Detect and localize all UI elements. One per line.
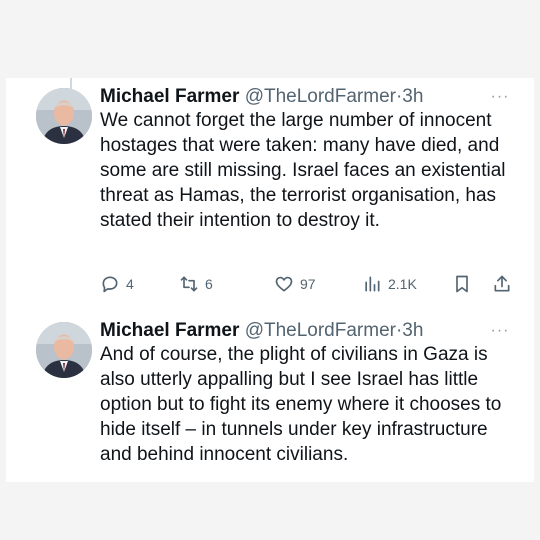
reply-button[interactable]: 4: [100, 272, 134, 296]
author-handle[interactable]: @TheLordFarmer: [245, 86, 396, 107]
heart-icon: [275, 276, 293, 292]
retweet-button[interactable]: 6: [179, 272, 213, 296]
tweet-text: And of course, the plight of civilians i…: [100, 344, 502, 465]
share-icon: [494, 275, 510, 292]
more-dots-icon[interactable]: ···: [488, 323, 512, 339]
view-count: 2.1K: [388, 276, 417, 292]
author-name[interactable]: Michael Farmer: [100, 86, 239, 107]
more-dots-icon[interactable]: ···: [488, 89, 512, 105]
avatar[interactable]: [36, 322, 92, 378]
like-count: 97: [300, 276, 316, 292]
retweet-count: 6: [205, 276, 213, 292]
tweet-text: We cannot forget the large number of inn…: [100, 110, 506, 231]
views-button[interactable]: 2.1K: [362, 272, 417, 296]
retweet-icon: [180, 276, 198, 292]
share-button[interactable]: [492, 272, 518, 296]
reply-icon: [102, 276, 118, 293]
tweet-header: Michael Farmer @TheLordFarmer·3h: [100, 318, 423, 344]
like-button[interactable]: 97: [274, 272, 316, 296]
timestamp[interactable]: 3h: [402, 86, 423, 107]
author-handle[interactable]: @TheLordFarmer: [245, 320, 396, 341]
bookmark-button[interactable]: [452, 272, 478, 296]
timestamp[interactable]: 3h: [402, 320, 423, 341]
tweet-header: Michael Farmer @TheLordFarmer·3h: [100, 84, 423, 110]
thread-card: Michael Farmer @TheLordFarmer·3h ··· We …: [6, 78, 534, 482]
bookmark-icon: [456, 275, 468, 293]
reply-count: 4: [126, 276, 134, 292]
author-name[interactable]: Michael Farmer: [100, 320, 239, 341]
views-chart-icon: [365, 276, 380, 292]
tweet-actions: 4 6 97 2.1K: [100, 272, 510, 296]
avatar[interactable]: [36, 88, 92, 144]
